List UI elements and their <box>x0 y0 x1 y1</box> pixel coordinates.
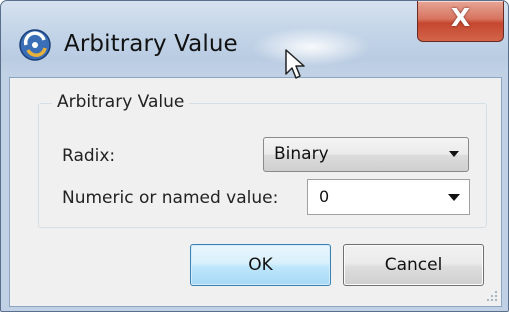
close-icon: X <box>450 3 471 32</box>
resize-grip-icon[interactable] <box>484 288 498 302</box>
value-combobox[interactable]: 0 <box>307 179 470 215</box>
group-label: Arbitrary Value <box>52 92 190 112</box>
radix-label: Radix: <box>62 146 116 166</box>
radix-dropdown[interactable]: Binary <box>263 137 469 172</box>
chevron-down-icon <box>449 151 459 157</box>
value-input[interactable]: 0 <box>319 187 329 206</box>
app-icon <box>19 29 51 61</box>
ok-button[interactable]: OK <box>190 244 331 286</box>
close-button[interactable]: X <box>417 1 504 42</box>
cancel-button[interactable]: Cancel <box>343 244 484 286</box>
title-bar-sheen <box>251 27 371 67</box>
mouse-cursor-icon <box>285 49 305 79</box>
chevron-down-icon[interactable] <box>448 194 460 201</box>
title-bar[interactable]: Arbitrary Value X <box>1 1 508 77</box>
radix-selected-value: Binary <box>274 144 329 164</box>
value-label: Numeric or named value: <box>62 188 279 208</box>
window-title: Arbitrary Value <box>64 31 238 57</box>
